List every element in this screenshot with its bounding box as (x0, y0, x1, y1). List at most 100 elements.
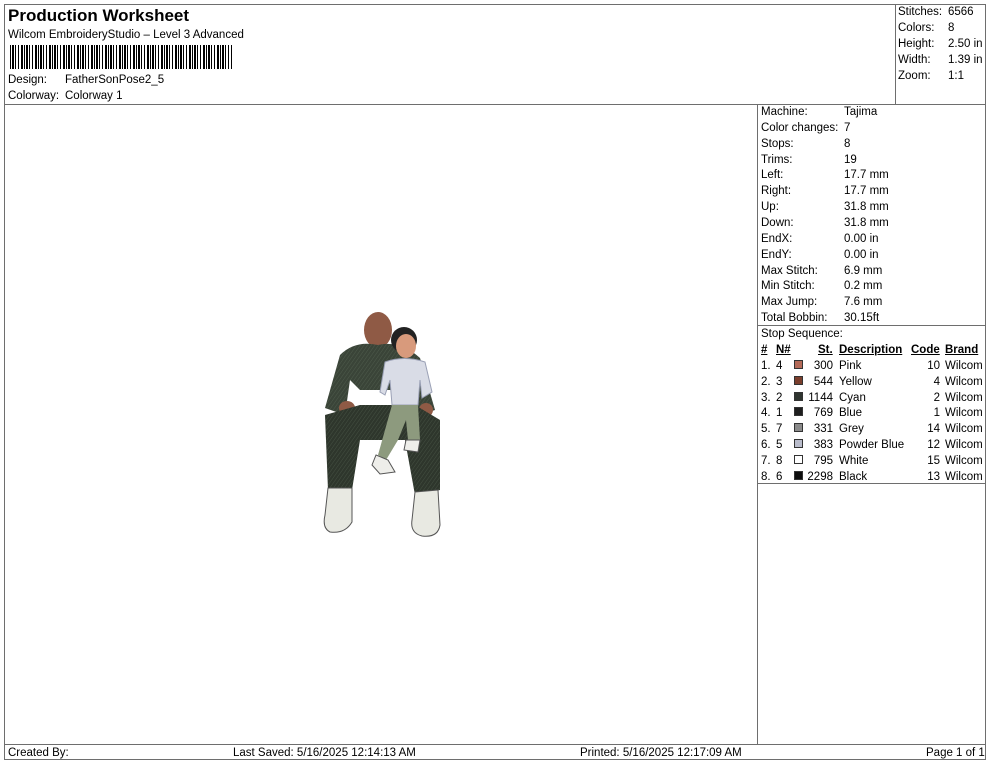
row-brand: Wilcom (945, 360, 983, 372)
endy-label: EndY: (761, 249, 792, 261)
row-brand: Wilcom (945, 454, 983, 467)
machine-label: Machine: (761, 106, 808, 118)
child-right-shoe (403, 439, 421, 453)
row-description: Yellow (839, 375, 872, 388)
row-code: 14 (927, 423, 940, 436)
colorway-label: Colorway: (8, 90, 60, 102)
page-title: Production Worksheet (8, 6, 190, 25)
row-code: 12 (927, 439, 940, 451)
father-left-shoe (323, 487, 353, 533)
col-header-st: St. (818, 344, 833, 356)
row-num: 7. (761, 454, 771, 467)
row-brand: Wilcom (945, 439, 983, 451)
width-value: 1.39 in (948, 54, 983, 66)
row-stitches: 2298 (807, 470, 833, 483)
row-num: 2. (761, 375, 771, 388)
stops-label: Stops: (761, 138, 794, 150)
left-label: Left: (761, 169, 784, 181)
page-number: Page 1 of 1 (926, 747, 985, 759)
height-label: Height: (898, 38, 935, 50)
stop-sequence-title: Stop Sequence: (761, 328, 843, 340)
row-description: Grey (839, 423, 864, 436)
row-code: 13 (927, 470, 940, 483)
row-needle: 5 (776, 439, 783, 451)
row-stitches: 1144 (808, 391, 833, 404)
col-header-description: Description (839, 344, 903, 356)
stop-sequence-divider (757, 325, 986, 326)
row-description: White (839, 454, 869, 467)
row-stitches: 795 (813, 454, 833, 467)
footer-box (4, 744, 986, 760)
colors-value: 8 (948, 22, 955, 34)
max-stitch-value: 6.9 mm (844, 265, 883, 277)
up-value: 31.8 mm (844, 201, 889, 213)
left-value: 17.7 mm (844, 169, 889, 181)
height-value: 2.50 in (948, 38, 983, 50)
row-code: 4 (933, 375, 940, 388)
min-stitch-label: Min Stitch: (761, 280, 815, 292)
trims-value: 19 (844, 154, 857, 166)
col-header-brand: Brand (945, 344, 979, 356)
row-needle: 1 (776, 407, 783, 420)
row-stitches: 544 (813, 375, 833, 388)
down-value: 31.8 mm (844, 217, 889, 229)
up-label: Up: (761, 201, 779, 213)
trims-label: Trims: (761, 154, 793, 166)
endx-label: EndX: (761, 233, 793, 245)
row-brand: Wilcom (945, 470, 983, 483)
width-label: Width: (898, 54, 931, 66)
row-code: 10 (927, 360, 940, 372)
printed-date: Printed: 5/16/2025 12:17:09 AM (580, 747, 742, 759)
row-needle: 7 (776, 423, 783, 436)
row-num: 1. (761, 360, 771, 372)
colors-label: Colors: (898, 22, 935, 34)
stitches-label: Stitches: (898, 6, 943, 18)
row-num: 8. (761, 470, 771, 483)
row-stitches: 769 (813, 407, 833, 420)
machine-value: Tajima (844, 106, 878, 118)
father-head (364, 312, 392, 348)
zoom-value: 1:1 (948, 70, 964, 82)
row-code: 2 (933, 391, 940, 404)
row-description: Cyan (839, 391, 866, 404)
min-stitch-value: 0.2 mm (844, 280, 883, 292)
row-needle: 3 (776, 375, 783, 388)
right-value: 17.7 mm (844, 185, 889, 197)
row-needle: 6 (776, 470, 783, 483)
row-num: 6. (761, 439, 771, 451)
col-header-n: N# (776, 344, 791, 356)
row-num: 5. (761, 423, 771, 436)
child-face (396, 334, 416, 358)
child-left-shoe (371, 454, 396, 475)
max-stitch-label: Max Stitch: (761, 265, 818, 277)
max-jump-label: Max Jump: (761, 296, 818, 308)
row-needle: 2 (776, 391, 783, 404)
row-description: Powder Blue (839, 439, 905, 451)
color-changes-value: 7 (844, 122, 851, 134)
row-num: 3. (761, 391, 771, 404)
row-needle: 4 (776, 360, 783, 372)
right-label: Right: (761, 185, 792, 197)
color-changes-label: Color changes: (761, 122, 839, 134)
row-description: Black (839, 470, 868, 483)
row-brand: Wilcom (945, 407, 983, 420)
zoom-label: Zoom: (898, 70, 931, 82)
row-num: 4. (761, 407, 771, 420)
software-name: Wilcom EmbroideryStudio – Level 3 Advanc… (8, 29, 244, 41)
row-stitches: 300 (813, 360, 833, 372)
design-value: FatherSonPose2_5 (65, 74, 165, 86)
row-needle: 8 (776, 454, 783, 467)
created-by: Created By: (8, 747, 69, 759)
max-jump-value: 7.6 mm (844, 296, 883, 308)
father-right-shoe (411, 489, 441, 537)
down-label: Down: (761, 217, 794, 229)
row-brand: Wilcom (945, 375, 983, 388)
barcode (10, 45, 232, 69)
row-code: 1 (933, 407, 940, 420)
endx-value: 0.00 in (844, 233, 879, 245)
row-brand: Wilcom (945, 391, 983, 404)
row-description: Blue (839, 407, 863, 420)
row-stitches: 383 (813, 439, 833, 451)
total-bobbin-label: Total Bobbin: (761, 312, 828, 324)
stops-value: 8 (844, 138, 851, 150)
